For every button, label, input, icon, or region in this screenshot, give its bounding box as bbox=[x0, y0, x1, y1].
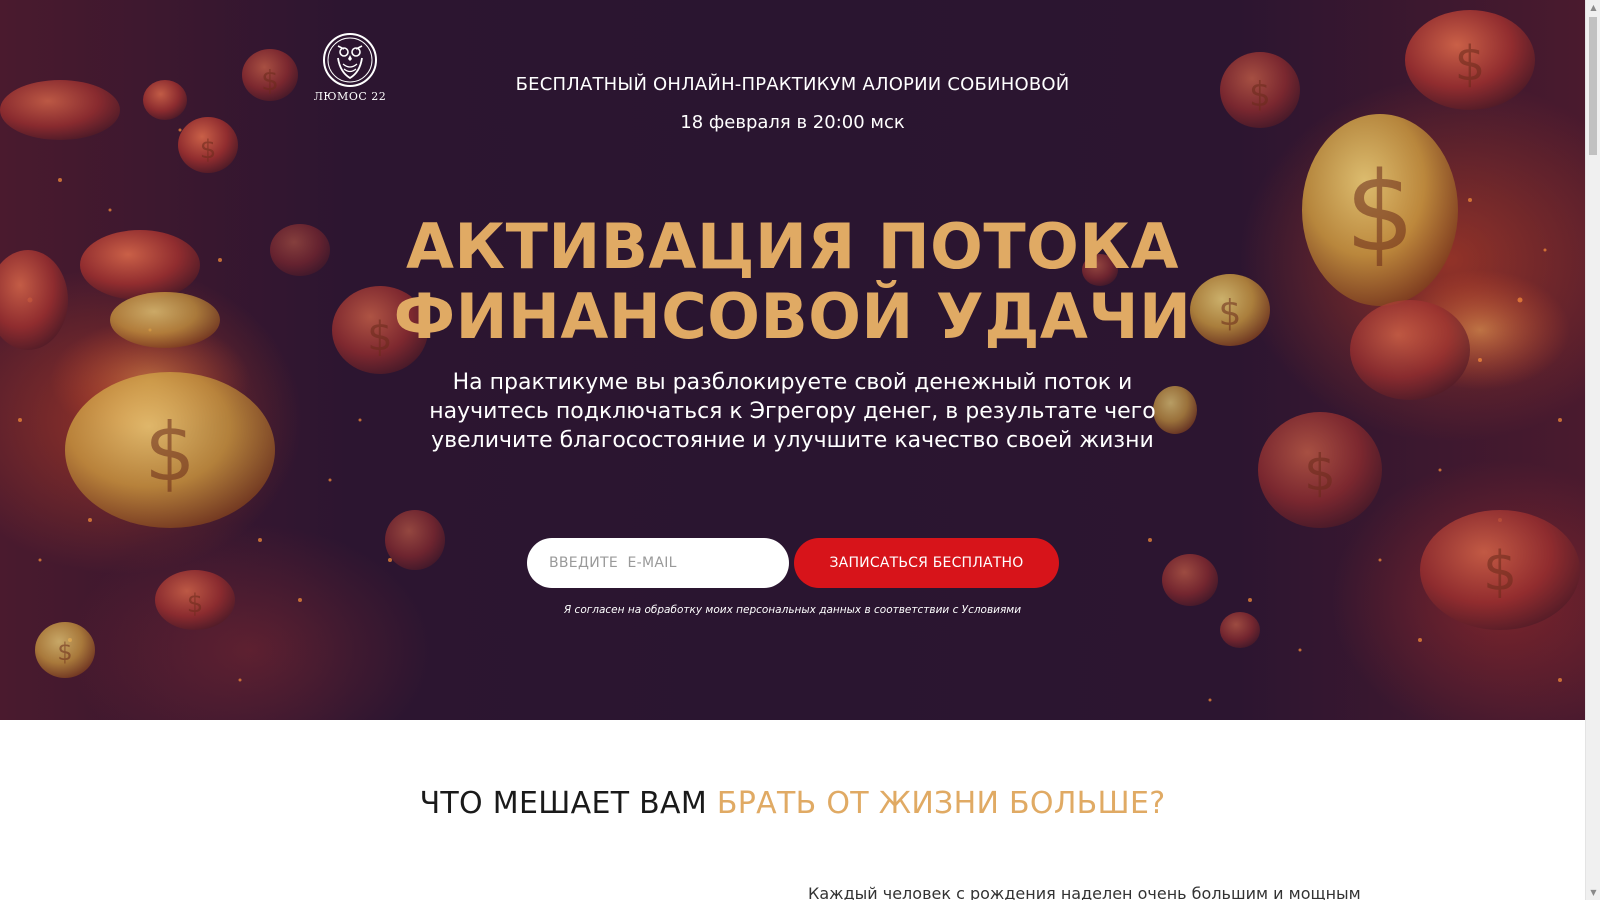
subtitle-line-2: научитесь подключаться к Эгрегору денег,… bbox=[429, 399, 1156, 424]
landing-page: $ $ $ $ $ $ $ $ $ $ $ $ ЛЮМОС 22 БЕСПЛАТ… bbox=[0, 0, 1600, 900]
email-input[interactable] bbox=[527, 538, 789, 588]
page-scrollbar[interactable]: ▲ ▼ bbox=[1585, 0, 1600, 900]
event-date: 18 февраля в 20:00 мск bbox=[680, 112, 905, 133]
svg-text:$: $ bbox=[57, 638, 72, 666]
svg-text:$: $ bbox=[1483, 540, 1517, 603]
section-title: ЧТО МЕШАЕТ ВАМ БРАТЬ ОТ ЖИЗНИ БОЛЬШЕ? bbox=[0, 786, 1585, 821]
section-body-text: Каждый человек с рождения наделен очень … bbox=[808, 884, 1361, 900]
signup-form: ЗАПИСАТЬСЯ БЕСПЛАТНО bbox=[527, 538, 1059, 588]
event-eyebrow: БЕСПЛАТНЫЙ ОНЛАЙН-ПРАКТИКУМ АЛОРИИ СОБИН… bbox=[515, 74, 1070, 95]
subtitle-line-1: На практикуме вы разблокируете свой дене… bbox=[452, 370, 1133, 395]
scroll-up-arrow-icon[interactable]: ▲ bbox=[1586, 0, 1600, 15]
headline-line-1: АКТИВАЦИЯ ПОТОКА bbox=[405, 210, 1180, 283]
hero-headline: АКТИВАЦИЯ ПОТОКА ФИНАНСОВОЙ УДАЧИ bbox=[0, 212, 1585, 352]
scroll-down-arrow-icon[interactable]: ▼ bbox=[1586, 885, 1600, 900]
section-title-plain: ЧТО МЕШАЕТ ВАМ bbox=[419, 786, 717, 821]
scroll-thumb[interactable] bbox=[1589, 17, 1597, 155]
consent-text[interactable]: Я согласен на обработку моих персональны… bbox=[0, 604, 1585, 616]
hero-subtitle: На практикуме вы разблокируете свой дене… bbox=[0, 368, 1585, 455]
subtitle-line-3: увеличите благосостояние и улучшите каче… bbox=[431, 428, 1154, 453]
section-title-accent: БРАТЬ ОТ ЖИЗНИ БОЛЬШЕ? bbox=[716, 786, 1166, 821]
headline-line-2: ФИНАНСОВОЙ УДАЧИ bbox=[393, 280, 1192, 353]
signup-button[interactable]: ЗАПИСАТЬСЯ БЕСПЛАТНО bbox=[794, 538, 1059, 588]
svg-text:$: $ bbox=[200, 135, 217, 165]
hero-section: $ $ $ $ $ $ $ $ $ $ $ $ ЛЮМОС 22 БЕСПЛАТ… bbox=[0, 0, 1585, 720]
